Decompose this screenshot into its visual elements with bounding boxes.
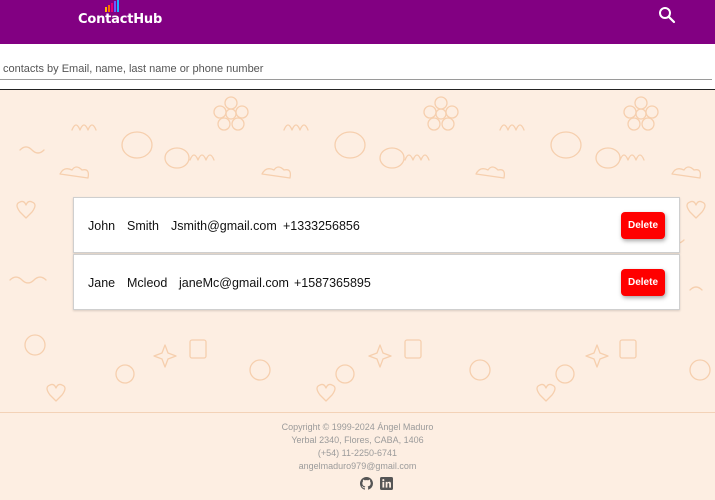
- app-header: ContactHub: [0, 0, 715, 44]
- contact-card: Jane Mcleod janeMc@gmail.com +1587365895…: [73, 254, 680, 310]
- contact-first-name: Jane: [88, 276, 116, 290]
- footer-phone: (+54) 11-2250-6741: [317, 448, 398, 458]
- contact-email: Jsmith@gmail.com: [171, 219, 277, 233]
- github-icon: [360, 477, 373, 490]
- contact-phone: +1333256856: [283, 219, 360, 233]
- linkedin-icon: [380, 477, 393, 490]
- brand-logo[interactable]: ContactHub: [78, 0, 162, 30]
- github-link[interactable]: [360, 477, 373, 490]
- footer-address: Yerbal 2340, Flores, CABA, 1406: [291, 435, 424, 445]
- contact-phone: +1587365895: [294, 276, 371, 290]
- logo-bars-icon: [105, 0, 119, 12]
- delete-contact-button[interactable]: Delete: [621, 212, 665, 239]
- contacts-area: John Smith Jsmith@gmail.com +1333256856 …: [0, 90, 715, 412]
- contact-first-name: John: [88, 219, 116, 233]
- delete-contact-button[interactable]: Delete: [621, 269, 665, 296]
- contact-list: John Smith Jsmith@gmail.com +1333256856 …: [73, 197, 680, 311]
- search-button[interactable]: [658, 6, 676, 24]
- brand-name: ContactHub: [78, 12, 163, 27]
- page-footer: Copyright © 1999-2024 Ángel Maduro Yerba…: [0, 412, 715, 500]
- linkedin-link[interactable]: [380, 477, 393, 490]
- contact-email: janeMc@gmail.com: [179, 276, 289, 290]
- contact-last-name: Mcleod: [127, 276, 168, 290]
- contact-card: John Smith Jsmith@gmail.com +1333256856 …: [73, 197, 680, 253]
- footer-email[interactable]: angelmaduro979@gmail.com: [0, 461, 715, 471]
- search-input[interactable]: [0, 58, 712, 80]
- footer-copyright: Copyright © 1999-2024 Ángel Maduro: [281, 422, 434, 432]
- search-icon: [659, 7, 676, 24]
- contact-last-name: Smith: [127, 219, 159, 233]
- search-bar: [0, 44, 715, 90]
